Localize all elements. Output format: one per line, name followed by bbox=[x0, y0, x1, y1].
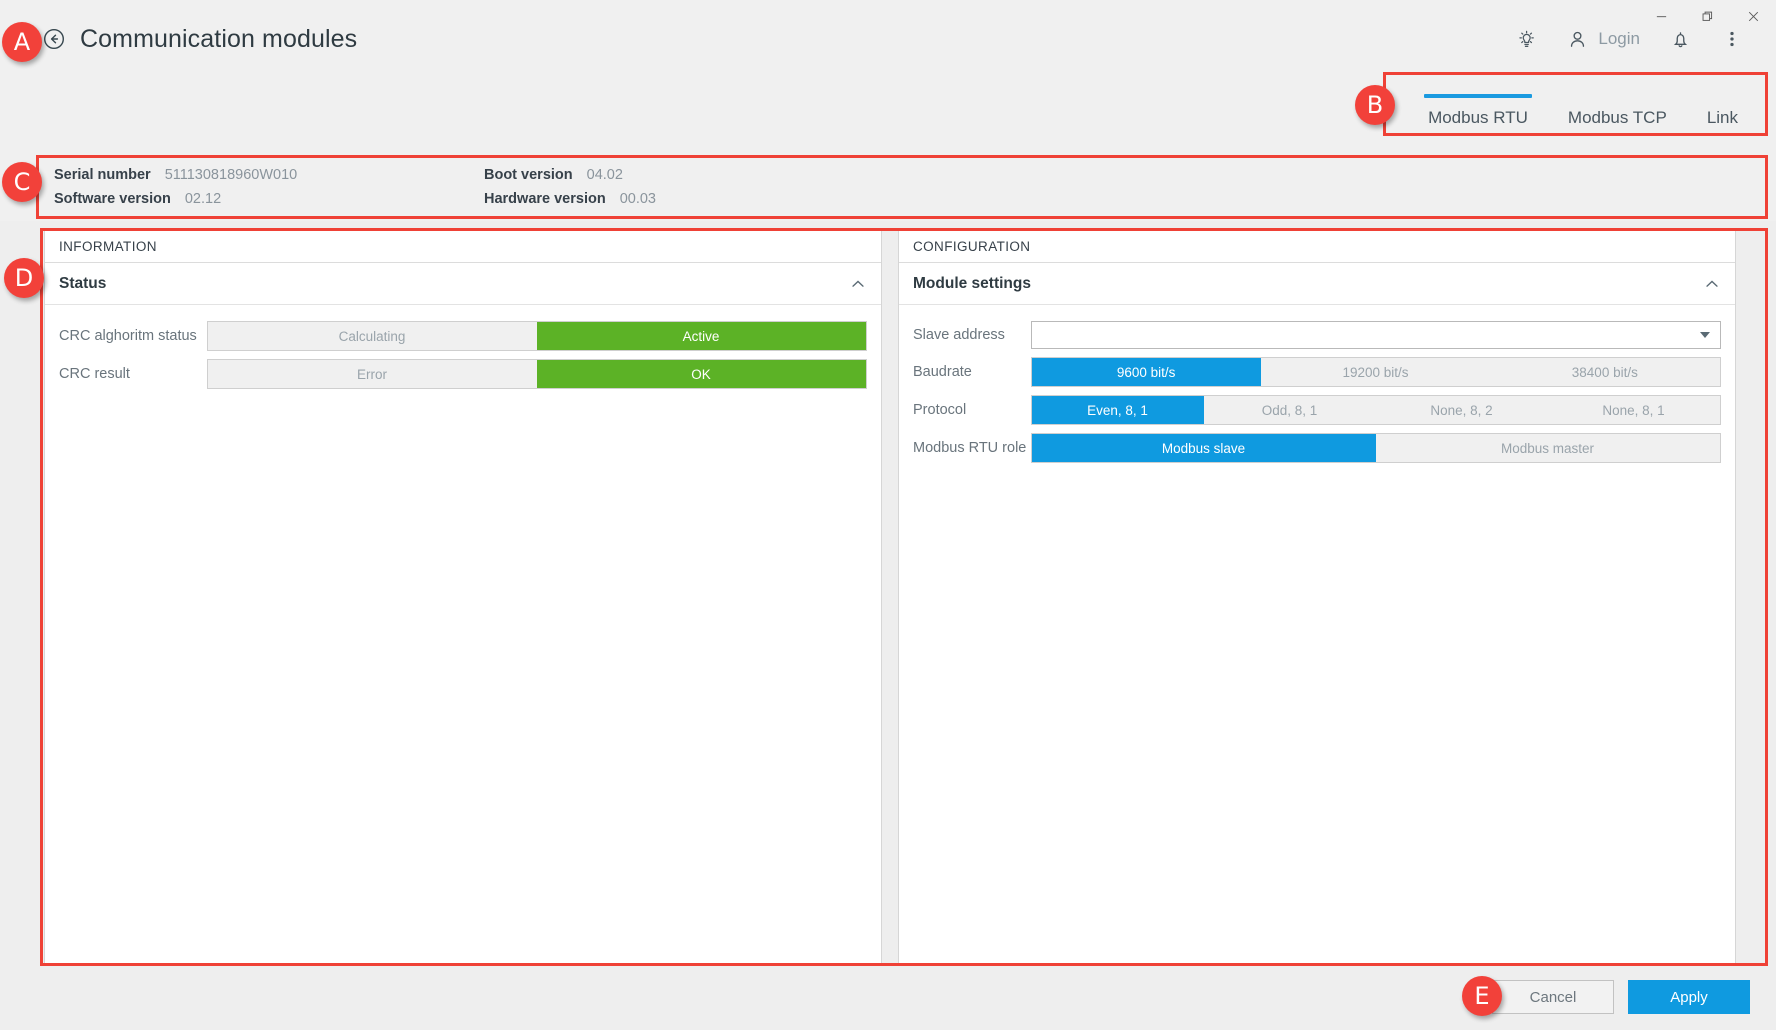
window-controls bbox=[1638, 0, 1776, 32]
crc-result-label: CRC result bbox=[59, 366, 207, 382]
device-info-strip: Serial number 511130818960W010 Boot vers… bbox=[0, 153, 1776, 221]
protocol-label: Protocol bbox=[913, 402, 1031, 418]
app-window: Communication modules Login bbox=[0, 0, 1776, 1030]
information-panel: INFORMATION Status CRC alghoritm status … bbox=[44, 230, 882, 964]
user-icon bbox=[1566, 28, 1589, 51]
page-title: Communication modules bbox=[80, 25, 357, 54]
crc-result-option-ok[interactable]: OK bbox=[537, 360, 866, 388]
annotation-badge-d: D bbox=[4, 258, 44, 298]
close-icon[interactable] bbox=[1730, 0, 1776, 32]
chevron-up-icon[interactable] bbox=[849, 275, 867, 293]
serial-number-value: 511130818960W010 bbox=[165, 167, 298, 183]
boot-version-label: Boot version bbox=[484, 167, 573, 183]
crc-result-row: CRC result Error OK bbox=[59, 359, 867, 389]
information-panel-header: INFORMATION bbox=[45, 231, 881, 263]
module-settings-section-header: Module settings bbox=[899, 263, 1735, 305]
protocol-option-even-8-1[interactable]: Even, 8, 1 bbox=[1032, 396, 1204, 424]
baudrate-label: Baudrate bbox=[913, 364, 1031, 380]
title-bar-left: Communication modules bbox=[0, 25, 357, 54]
modbus-rtu-role-segmented: Modbus slave Modbus master bbox=[1031, 433, 1721, 463]
crc-algorithm-status-option-calculating[interactable]: Calculating bbox=[208, 322, 537, 350]
tab-bar: Modbus RTU Modbus TCP Link bbox=[0, 78, 1776, 153]
serial-number-field: Serial number 511130818960W010 bbox=[54, 167, 484, 183]
hardware-version-value: 00.03 bbox=[620, 191, 656, 207]
footer-actions: Cancel Apply bbox=[0, 964, 1776, 1030]
restore-icon[interactable] bbox=[1684, 0, 1730, 32]
title-bar: Communication modules Login bbox=[0, 0, 1776, 78]
minimize-icon[interactable] bbox=[1638, 0, 1684, 32]
module-settings-section-title: Module settings bbox=[913, 275, 1031, 293]
crc-algorithm-status-row: CRC alghoritm status Calculating Active bbox=[59, 321, 867, 351]
cancel-button[interactable]: Cancel bbox=[1492, 980, 1614, 1014]
status-section-body: CRC alghoritm status Calculating Active … bbox=[45, 305, 881, 963]
tab-active-indicator bbox=[1703, 94, 1742, 98]
protocol-option-none-8-1[interactable]: None, 8, 1 bbox=[1548, 396, 1720, 424]
protocol-row: Protocol Even, 8, 1 Odd, 8, 1 None, 8, 2… bbox=[913, 395, 1721, 425]
crc-algorithm-status-segmented: Calculating Active bbox=[207, 321, 867, 351]
tab-modbus-tcp[interactable]: Modbus TCP bbox=[1548, 90, 1687, 140]
chevron-down-icon bbox=[1700, 332, 1710, 338]
modbus-rtu-role-row: Modbus RTU role Modbus slave Modbus mast… bbox=[913, 433, 1721, 463]
tab-active-indicator bbox=[1564, 94, 1671, 98]
back-arrow-icon[interactable] bbox=[42, 27, 66, 51]
boot-version-field: Boot version 04.02 bbox=[484, 167, 623, 183]
status-section-header: Status bbox=[45, 263, 881, 305]
baudrate-segmented: 9600 bit/s 19200 bit/s 38400 bit/s bbox=[1031, 357, 1721, 387]
module-settings-section-body: Slave address Baudrate 9600 bit/s 19200 … bbox=[899, 305, 1735, 963]
slave-address-label: Slave address bbox=[913, 327, 1031, 343]
hardware-version-label: Hardware version bbox=[484, 191, 606, 207]
baudrate-option-19200[interactable]: 19200 bit/s bbox=[1261, 358, 1490, 386]
annotation-badge-e: E bbox=[1462, 976, 1502, 1016]
modbus-rtu-role-option-master[interactable]: Modbus master bbox=[1376, 434, 1720, 462]
boot-version-value: 04.02 bbox=[587, 167, 623, 183]
apply-button[interactable]: Apply bbox=[1628, 980, 1750, 1014]
device-info-row: Software version 02.12 Hardware version … bbox=[54, 187, 1776, 211]
panels-container: INFORMATION Status CRC alghoritm status … bbox=[44, 230, 1736, 964]
tab-label: Modbus TCP bbox=[1568, 108, 1667, 127]
tab-list: Modbus RTU Modbus TCP Link bbox=[1408, 90, 1758, 140]
modbus-rtu-role-option-slave[interactable]: Modbus slave bbox=[1032, 434, 1376, 462]
configuration-panel-header: CONFIGURATION bbox=[899, 231, 1735, 263]
annotation-badge-b: B bbox=[1355, 85, 1395, 125]
baudrate-row: Baudrate 9600 bit/s 19200 bit/s 38400 bi… bbox=[913, 357, 1721, 387]
chevron-up-icon[interactable] bbox=[1703, 275, 1721, 293]
device-info-row: Serial number 511130818960W010 Boot vers… bbox=[54, 163, 1776, 187]
software-version-value: 02.12 bbox=[185, 191, 221, 207]
tab-modbus-rtu[interactable]: Modbus RTU bbox=[1408, 90, 1548, 140]
crc-result-segmented: Error OK bbox=[207, 359, 867, 389]
status-section-title: Status bbox=[59, 275, 106, 293]
crc-algorithm-status-label: CRC alghoritm status bbox=[59, 328, 207, 344]
tab-link[interactable]: Link bbox=[1687, 90, 1758, 140]
hardware-version-field: Hardware version 00.03 bbox=[484, 191, 656, 207]
configuration-panel: CONFIGURATION Module settings Slave addr… bbox=[898, 230, 1736, 964]
tab-label: Modbus RTU bbox=[1428, 108, 1528, 127]
login-label: Login bbox=[1598, 29, 1640, 49]
protocol-option-odd-8-1[interactable]: Odd, 8, 1 bbox=[1204, 396, 1376, 424]
lightbulb-icon[interactable] bbox=[1500, 14, 1552, 64]
modbus-rtu-role-label: Modbus RTU role bbox=[913, 440, 1031, 456]
annotation-badge-c: C bbox=[2, 162, 42, 202]
slave-address-row: Slave address bbox=[913, 321, 1721, 349]
software-version-field: Software version 02.12 bbox=[54, 191, 484, 207]
crc-result-option-error[interactable]: Error bbox=[208, 360, 537, 388]
slave-address-dropdown[interactable] bbox=[1031, 321, 1721, 349]
software-version-label: Software version bbox=[54, 191, 171, 207]
tab-active-indicator bbox=[1424, 94, 1532, 98]
protocol-segmented: Even, 8, 1 Odd, 8, 1 None, 8, 2 None, 8,… bbox=[1031, 395, 1721, 425]
crc-algorithm-status-option-active[interactable]: Active bbox=[537, 322, 866, 350]
baudrate-option-38400[interactable]: 38400 bit/s bbox=[1491, 358, 1720, 386]
serial-number-label: Serial number bbox=[54, 167, 151, 183]
annotation-badge-a: A bbox=[2, 22, 42, 62]
baudrate-option-9600[interactable]: 9600 bit/s bbox=[1032, 358, 1261, 386]
tab-label: Link bbox=[1707, 108, 1738, 127]
protocol-option-none-8-2[interactable]: None, 8, 2 bbox=[1376, 396, 1548, 424]
